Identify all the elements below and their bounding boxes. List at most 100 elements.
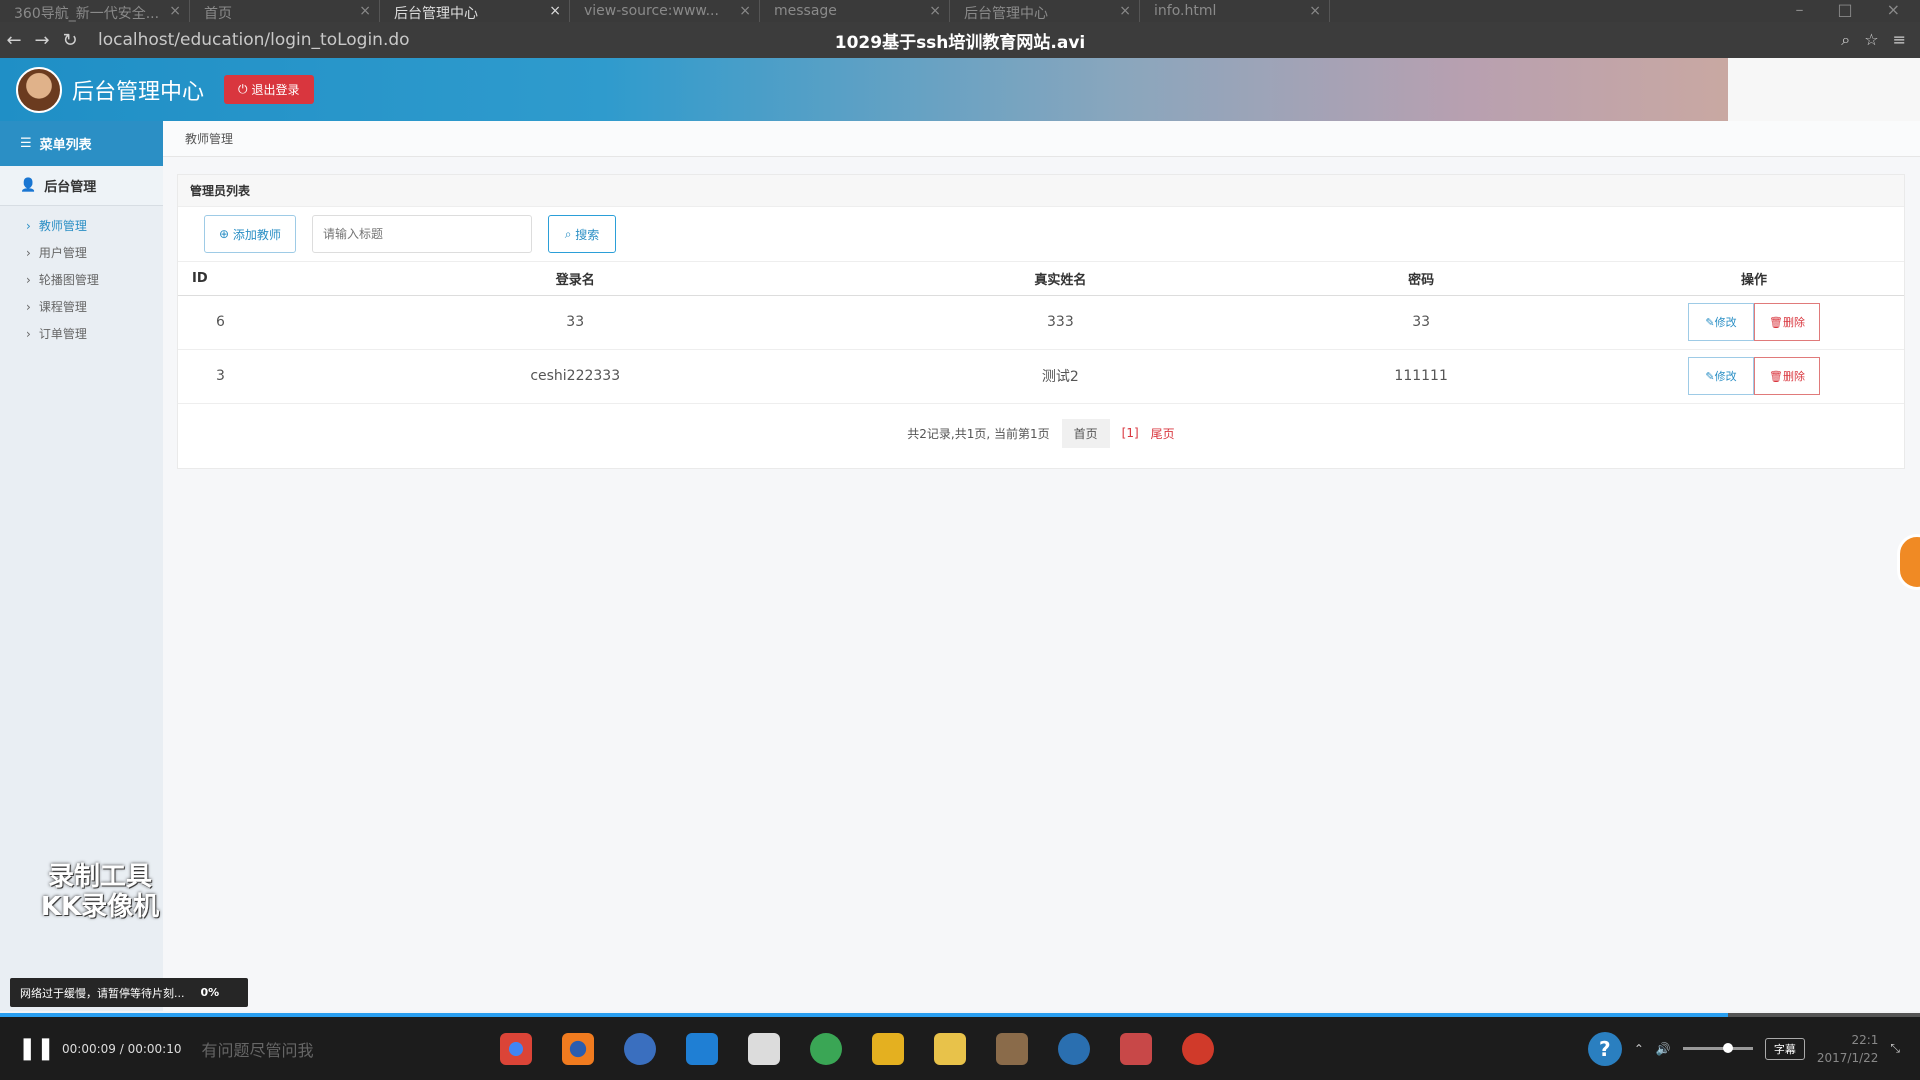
close-icon[interactable]: × (1119, 3, 1131, 19)
archive-icon[interactable] (996, 1032, 1028, 1065)
fullscreen-exit-icon[interactable]: ⤡ (1890, 1041, 1900, 1056)
recorder-icon[interactable] (1182, 1032, 1214, 1065)
chrome-icon[interactable] (500, 1032, 532, 1065)
cortana-search[interactable]: 有问题尽管问我 (201, 1037, 313, 1061)
avatar (16, 66, 62, 113)
search-icon[interactable]: ⌕ (1841, 30, 1850, 50)
back-icon[interactable]: ← (0, 30, 28, 51)
close-icon[interactable]: × (359, 3, 371, 19)
cell-password: 33 (1238, 295, 1604, 350)
clock-date: 2017/1/22 (1816, 1050, 1879, 1065)
sidebar-item-carousel[interactable]: › 轮播图管理 (0, 266, 163, 293)
header-right-space (1728, 58, 1920, 121)
table-header-row: ID 登录名 真实姓名 密码 操作 (178, 262, 1904, 296)
tab-label: view-source:www... (584, 3, 719, 19)
delete-button[interactable]: 🗑 删除 (1754, 357, 1820, 395)
clock-time: 22:1 (1851, 1032, 1879, 1047)
app-header: 后台管理中心 ⏻ 退出登录 (0, 58, 1728, 121)
tab-label: message (774, 3, 837, 19)
app-title: 后台管理中心 (72, 79, 205, 105)
delete-button[interactable]: 🗑 删除 (1754, 303, 1820, 341)
add-teacher-button[interactable]: ⊕ 添加教师 (204, 215, 296, 253)
browser-tab[interactable]: message × (760, 0, 950, 22)
sidebar-item-teachers[interactable]: › 教师管理 (0, 212, 163, 239)
sidebar-group-backend[interactable]: 👤 后台管理 (0, 166, 163, 206)
browser-tab[interactable]: view-source:www... × (570, 0, 760, 22)
close-icon[interactable]: × (549, 3, 561, 19)
reload-icon[interactable]: ↻ (56, 30, 84, 51)
k-app-icon[interactable] (1058, 1032, 1090, 1065)
browser-tab[interactable]: 后台管理中心 × (950, 0, 1140, 22)
sidebar-item-label: 用户管理 (38, 246, 87, 260)
volume-slider[interactable] (1682, 1043, 1753, 1053)
menu-icon[interactable]: ≡ (1893, 30, 1906, 50)
red-app-icon[interactable] (1120, 1032, 1152, 1065)
chevron-up-icon[interactable]: ⌃ (1634, 1042, 1644, 1056)
menu-title-label: 菜单列表 (39, 138, 92, 153)
sidebar-item-courses[interactable]: › 课程管理 (0, 293, 163, 320)
minimize-icon[interactable]: – (1795, 0, 1803, 22)
edit-label: 修改 (1714, 370, 1737, 383)
first-page-link[interactable]: 首页 (1061, 418, 1110, 448)
floating-side-button[interactable] (1897, 534, 1920, 590)
sogou-icon[interactable] (624, 1032, 656, 1065)
forward-icon[interactable]: → (28, 30, 56, 51)
help-icon[interactable]: ? (1587, 1031, 1622, 1066)
star-icon[interactable]: ☆ (1864, 30, 1878, 50)
firefox-icon[interactable] (562, 1032, 594, 1065)
teacher-table: ID 登录名 真实姓名 密码 操作 6 33 333 33 ✎ 修改 🗑 删除 … (178, 262, 1904, 404)
table-row: 6 33 333 33 ✎ 修改 🗑 删除 (178, 295, 1904, 350)
toast-message: 网络过于缓慢，请暂停等待片刻... (20, 986, 185, 1000)
breadcrumb: 教师管理 (163, 121, 1920, 157)
last-page-link[interactable]: 尾页 (1151, 425, 1175, 442)
caret-right-icon: › (26, 245, 31, 260)
toast-percent: 0% (200, 986, 220, 999)
edit-button[interactable]: ✎ 修改 (1688, 303, 1754, 341)
search-label: 搜索 (575, 227, 600, 242)
buffering-toast: 网络过于缓慢，请暂停等待片刻... 0% (10, 978, 248, 1007)
store-icon[interactable] (748, 1032, 780, 1065)
tab-label: info.html (1154, 3, 1217, 19)
logout-button[interactable]: ⏻ 退出登录 (224, 75, 314, 104)
pause-icon[interactable]: ❚❚ (18, 1034, 55, 1064)
browser-tab-bar: 360导航_新一代安全... × 首页 × 后台管理中心 × view-source:… (0, 0, 1920, 22)
edge-icon[interactable] (686, 1032, 718, 1065)
add-teacher-label: 添加教师 (232, 227, 281, 242)
sidebar-menu-title: ☰ 菜单列表 (0, 121, 163, 166)
cell-password: 111111 (1238, 349, 1604, 404)
close-icon[interactable]: × (739, 3, 751, 19)
folder-icon[interactable] (934, 1032, 966, 1065)
subtitle-button[interactable]: 字幕 (1764, 1037, 1805, 1060)
cell-name: 测试2 (882, 349, 1239, 404)
delete-label: 删除 (1782, 316, 1805, 329)
green-app-icon[interactable] (810, 1032, 842, 1065)
browser-tab[interactable]: 360导航_新一代安全... × (0, 0, 190, 22)
current-page-link[interactable]: [1] (1122, 426, 1139, 440)
yellow-app-icon[interactable] (872, 1032, 904, 1065)
maximize-icon[interactable]: □ (1837, 0, 1852, 22)
sidebar-item-orders[interactable]: › 订单管理 (0, 320, 163, 347)
recorder-watermark: 录制工具 KK录像机 (30, 862, 170, 922)
browser-tab[interactable]: 首页 × (190, 0, 380, 22)
browser-tab[interactable]: info.html × (1140, 0, 1330, 22)
search-input[interactable] (312, 215, 532, 253)
table-row: 3 ceshi222333 测试2 111111 ✎ 修改 🗑 删除 (178, 349, 1904, 404)
browser-tab-active[interactable]: 后台管理中心 × (380, 0, 570, 22)
close-icon[interactable]: × (929, 3, 941, 19)
close-icon[interactable]: × (169, 3, 181, 19)
edit-button[interactable]: ✎ 修改 (1688, 357, 1754, 395)
system-tray: ? ⌃ 🔊 字幕 22:1 2017/1/22 ⤡ (1587, 1031, 1900, 1067)
url-input[interactable]: localhost/education/login_toLogin.do (98, 30, 410, 50)
tab-label: 后台管理中心 (964, 6, 1048, 22)
sidebar-item-label: 教师管理 (38, 219, 87, 233)
search-button[interactable]: ⌕ 搜索 (548, 215, 616, 253)
column-header-password: 密码 (1238, 262, 1604, 296)
volume-knob[interactable] (1722, 1043, 1733, 1053)
close-icon[interactable]: × (1309, 3, 1321, 19)
speaker-icon[interactable]: 🔊 (1656, 1042, 1671, 1056)
cell-id: 3 (178, 349, 268, 404)
close-window-icon[interactable]: × (1887, 0, 1900, 22)
window-controls: – □ × (1775, 0, 1920, 22)
user-icon: 👤 (20, 178, 37, 193)
sidebar-item-users[interactable]: › 用户管理 (0, 239, 163, 266)
